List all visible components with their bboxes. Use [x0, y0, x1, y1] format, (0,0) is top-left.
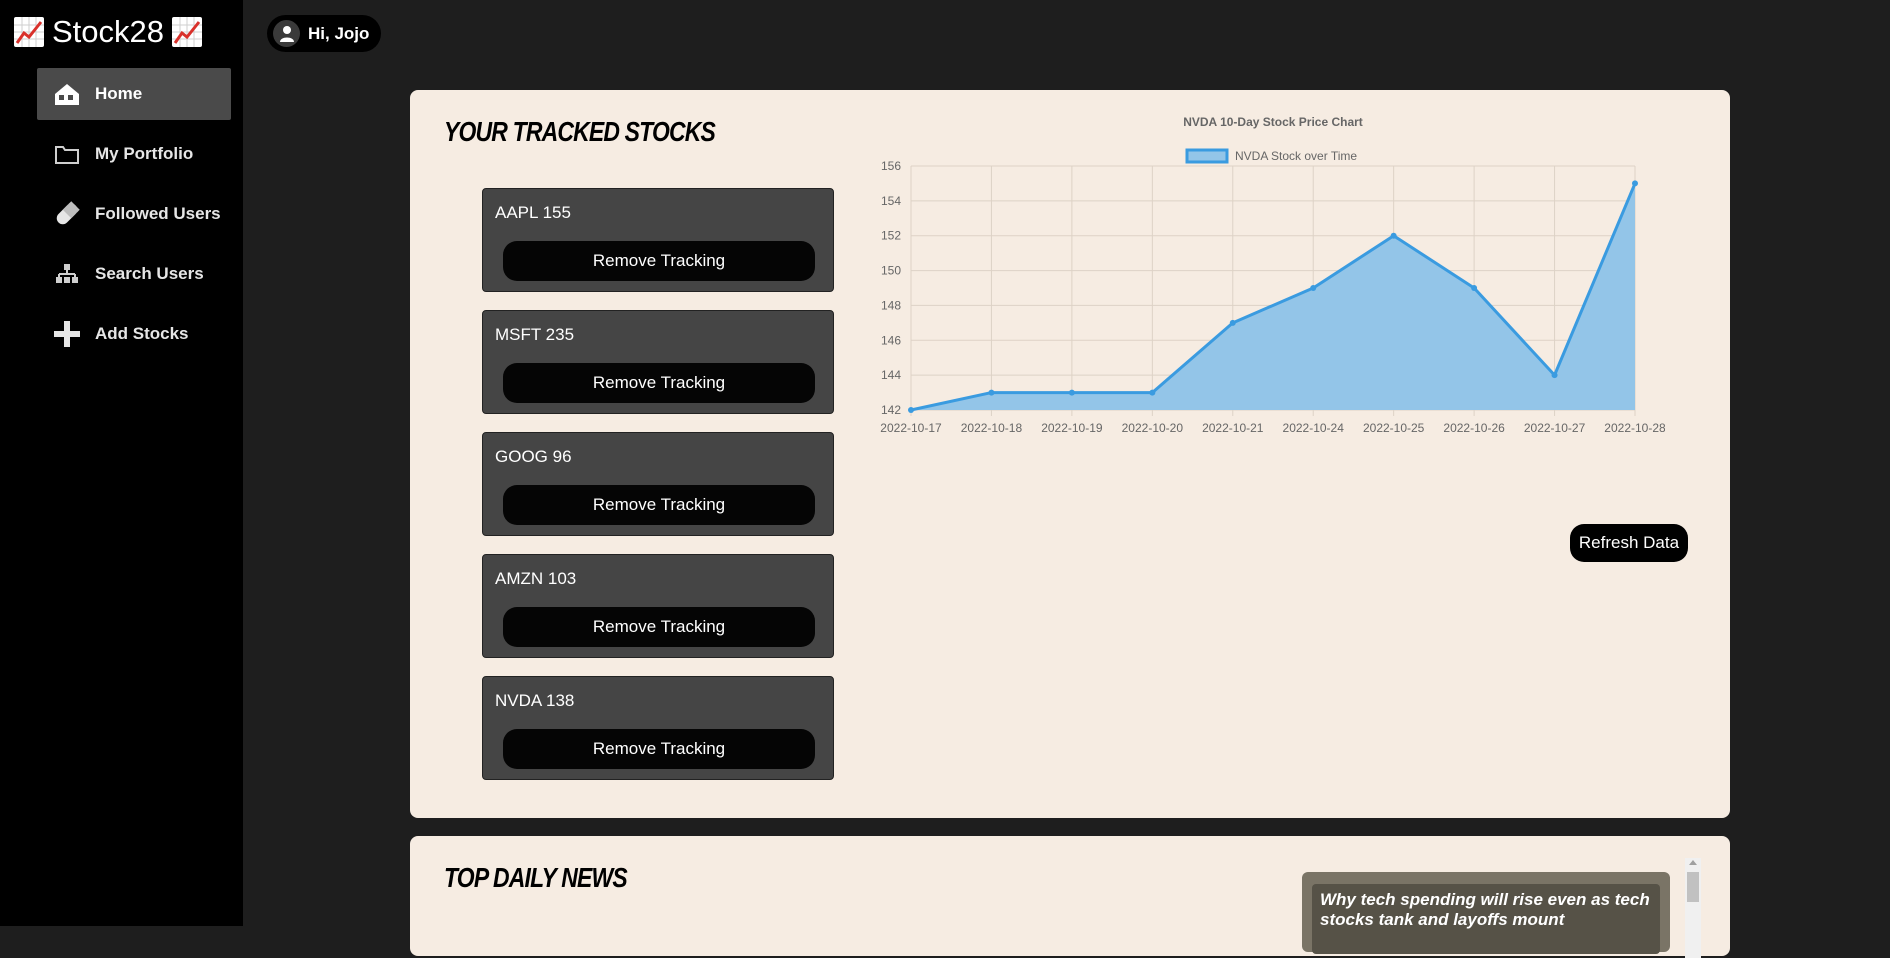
sidebar: Stock28 Home My Portfolio Followed Users… — [0, 0, 243, 926]
x-tick-label: 2022-10-28 — [1604, 421, 1665, 435]
brand[interactable]: Stock28 — [14, 8, 203, 56]
stock-card: AMZN 103 Remove Tracking — [482, 554, 834, 658]
y-tick-label: 144 — [881, 368, 901, 382]
y-tick-label: 154 — [881, 194, 901, 208]
news-title: Top Daily News — [444, 862, 628, 893]
stock-card: AAPL 155 Remove Tracking — [482, 188, 834, 292]
user-greeting-button[interactable]: Hi, Jojo — [267, 15, 382, 52]
data-point — [1310, 285, 1317, 291]
sidebar-item-label: Search Users — [95, 264, 204, 283]
data-point — [1149, 389, 1156, 396]
y-tick-label: 156 — [881, 159, 901, 173]
sidebar-item-label: Followed Users — [95, 204, 221, 223]
x-tick-label: 2022-10-27 — [1524, 421, 1586, 435]
data-point — [1632, 180, 1638, 187]
news-card: Top Daily News Why tech spending will ri… — [410, 836, 1730, 958]
stock-card: GOOG 96 Remove Tracking — [482, 432, 834, 536]
data-point — [1390, 232, 1397, 239]
x-tick-label: 2022-10-21 — [1202, 421, 1264, 435]
stock-label: AAPL 155 — [495, 203, 571, 222]
tracked-stocks-title: Your Tracked Stocks — [444, 116, 716, 147]
stock-label: AMZN 103 — [495, 569, 577, 588]
data-point — [1471, 285, 1478, 291]
legend-label: NVDA Stock over Time — [1235, 149, 1357, 163]
stock-card: NVDA 138 Remove Tracking — [482, 676, 834, 780]
sidebar-item-home[interactable]: Home — [37, 68, 231, 120]
greeting-text: Hi, Jojo — [308, 23, 370, 43]
news-item-body: Why tech spending will rise even as tech… — [1312, 884, 1660, 954]
sidebar-nav: Home My Portfolio Followed Users Search … — [37, 68, 231, 368]
folder-icon — [47, 143, 87, 165]
sidebar-item-search-users[interactable]: Search Users — [37, 248, 231, 300]
data-point — [988, 389, 995, 396]
scroll-up-icon[interactable] — [1689, 860, 1697, 865]
remove-tracking-button[interactable]: Remove Tracking — [503, 241, 815, 281]
stock-label: NVDA 138 — [495, 691, 575, 710]
legend-swatch — [1185, 148, 1229, 164]
x-tick-label: 2022-10-24 — [1283, 421, 1345, 435]
series-area — [911, 183, 1635, 410]
sidebar-item-label: My Portfolio — [95, 144, 194, 163]
price-chart-svg: NVDA 10-Day Stock Price Chart NVDA Stock … — [880, 115, 1666, 435]
x-tick-label: 2022-10-18 — [961, 421, 1023, 435]
data-point — [1229, 319, 1236, 326]
y-tick-label: 152 — [881, 229, 901, 243]
sidebar-item-followed-users[interactable]: Followed Users — [37, 188, 231, 240]
data-point — [1551, 372, 1558, 379]
sidebar-item-add-stocks[interactable]: Add Stocks — [37, 308, 231, 360]
chart-title: NVDA 10-Day Stock Price Chart — [1183, 115, 1363, 129]
x-tick-label: 2022-10-19 — [1041, 421, 1103, 435]
data-point — [1068, 389, 1075, 396]
stock-label: GOOG 96 — [495, 447, 572, 466]
scroll-thumb[interactable] — [1687, 872, 1699, 902]
y-tick-label: 150 — [881, 264, 901, 278]
remove-tracking-button[interactable]: Remove Tracking — [503, 607, 815, 647]
tracked-stocks-card: Your Tracked Stocks AAPL 155 Remove Trac… — [410, 90, 1730, 818]
chart-increasing-icon — [172, 17, 203, 47]
sidebar-item-my-portfolio[interactable]: My Portfolio — [37, 128, 231, 180]
stock-list: AAPL 155 Remove Tracking MSFT 235 Remove… — [482, 188, 836, 798]
remove-tracking-button[interactable]: Remove Tracking — [503, 485, 815, 525]
remove-tracking-button[interactable]: Remove Tracking — [503, 363, 815, 403]
x-tick-label: 2022-10-25 — [1363, 421, 1425, 435]
x-tick-label: 2022-10-17 — [880, 421, 942, 435]
price-chart: NVDA 10-Day Stock Price Chart NVDA Stock … — [865, 110, 1666, 470]
remove-tracking-button[interactable]: Remove Tracking — [503, 729, 815, 769]
chart-increasing-icon — [14, 17, 44, 47]
user-icon — [273, 20, 300, 47]
news-scrollbar[interactable] — [1685, 858, 1701, 958]
y-tick-label: 146 — [881, 333, 901, 347]
sidebar-item-label: Add Stocks — [95, 324, 189, 343]
pill-icon — [47, 199, 87, 229]
stock-label: MSFT 235 — [495, 325, 575, 344]
home-icon — [47, 81, 87, 107]
y-tick-label: 148 — [881, 298, 901, 312]
x-tick-label: 2022-10-20 — [1122, 421, 1184, 435]
network-icon — [47, 262, 87, 286]
stock-card: MSFT 235 Remove Tracking — [482, 310, 834, 414]
plus-icon — [47, 319, 87, 349]
news-item[interactable]: Why tech spending will rise even as tech… — [1302, 872, 1670, 954]
news-headline[interactable]: Why tech spending will rise even as tech… — [1320, 890, 1652, 930]
refresh-data-button[interactable]: Refresh Data — [1570, 524, 1688, 562]
x-tick-label: 2022-10-26 — [1443, 421, 1505, 435]
sidebar-item-label: Home — [95, 84, 143, 103]
y-tick-label: 142 — [881, 403, 901, 417]
data-point — [908, 407, 914, 413]
brand-name: Stock28 — [52, 14, 165, 49]
